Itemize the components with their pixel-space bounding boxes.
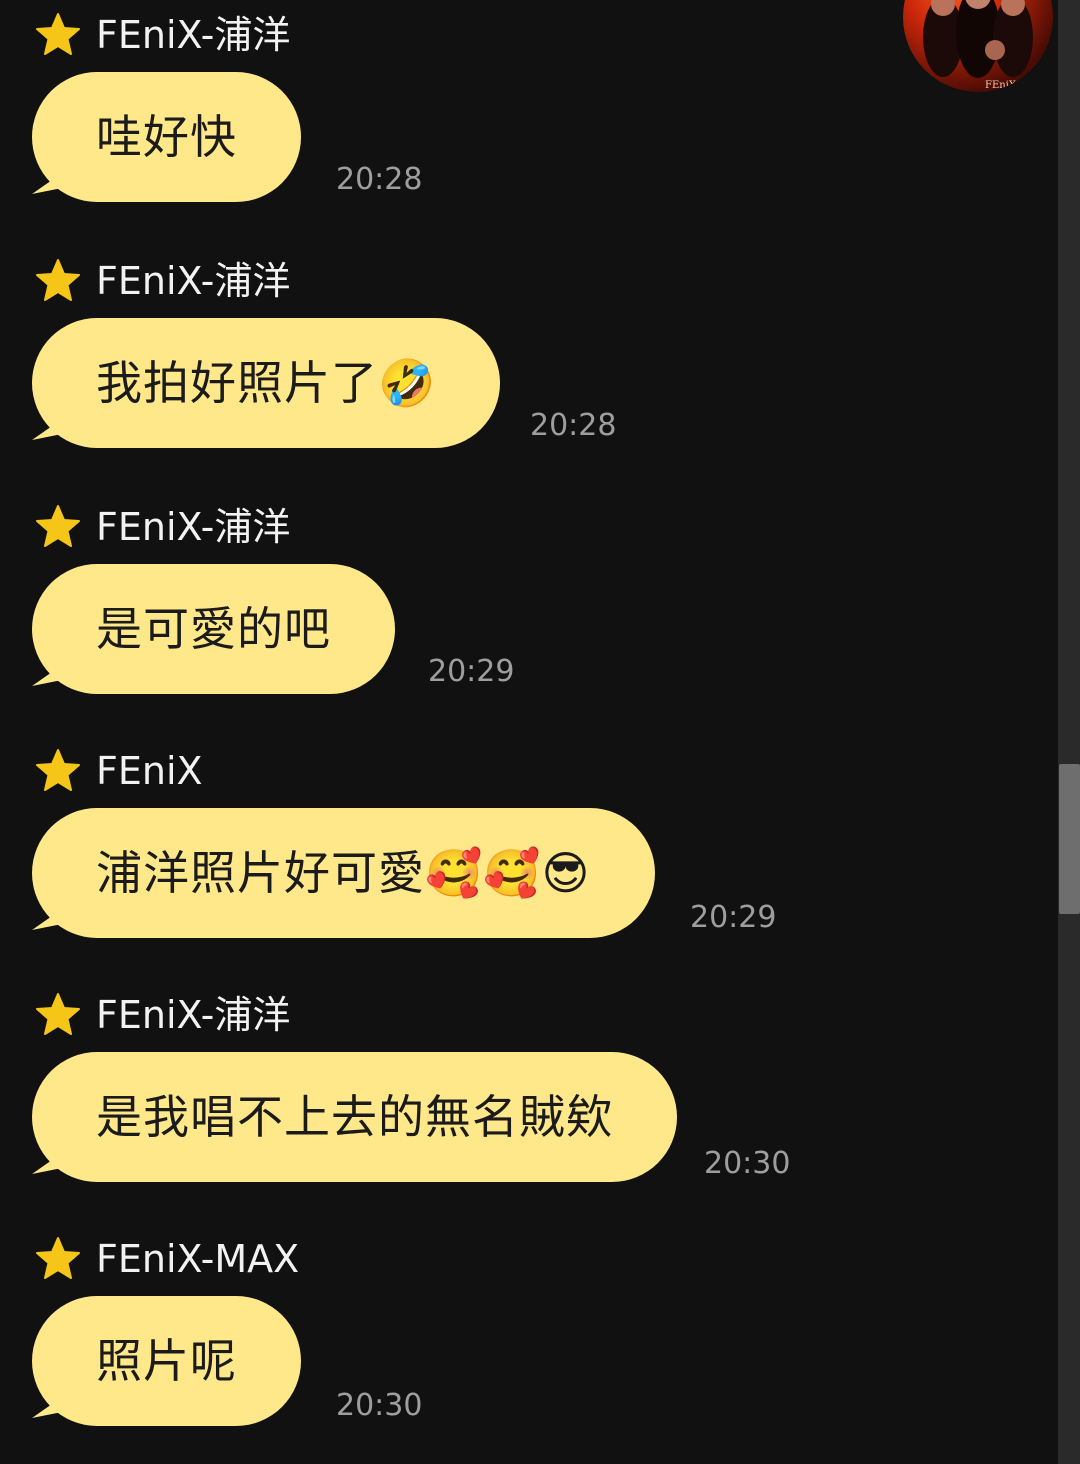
- sender-name: FEniX-MAX: [96, 1237, 300, 1281]
- star-icon: [36, 259, 80, 301]
- message-time: 20:30: [336, 1388, 423, 1423]
- message-text: 照片呢: [96, 1334, 237, 1388]
- message-time: 20:29: [428, 654, 515, 689]
- star-icon: [36, 993, 80, 1035]
- sender-row: FEniX: [34, 746, 203, 796]
- sender-name: FEniX-浦洋: [96, 13, 291, 57]
- sender-name: FEniX-浦洋: [96, 993, 291, 1037]
- bubble-tail: [32, 1390, 72, 1418]
- scrollbar-track[interactable]: [1058, 0, 1080, 1464]
- sender-row: FEniX-浦洋: [34, 256, 290, 306]
- message-text: 是可愛的吧: [96, 602, 331, 656]
- bubble-tail: [32, 1146, 72, 1174]
- chat-area[interactable]: FEniX FEniX-浦洋 哇好快 20:28 FEniX-浦洋 我拍好照片了…: [0, 0, 1058, 1464]
- message-bubble[interactable]: 是我唱不上去的無名賊欸: [32, 1052, 677, 1182]
- scrollbar-thumb[interactable]: [1059, 764, 1080, 914]
- message-time: 20:28: [336, 162, 423, 197]
- message-bubble[interactable]: 照片呢: [32, 1296, 301, 1426]
- group-avatar[interactable]: FEniX: [903, 0, 1053, 92]
- message-bubble[interactable]: 是可愛的吧: [32, 564, 395, 694]
- star-icon: [36, 13, 80, 55]
- star-icon: [36, 749, 80, 791]
- message-time: 20:29: [690, 900, 777, 935]
- sender-name: FEniX: [96, 749, 203, 793]
- star-icon: [36, 505, 80, 547]
- bubble-tail: [32, 412, 72, 440]
- message-bubble[interactable]: 哇好快: [32, 72, 301, 202]
- message-bubble[interactable]: 我拍好照片了🤣: [32, 318, 501, 448]
- sender-row: FEniX-浦洋: [34, 10, 290, 60]
- sender-row: FEniX-浦洋: [34, 990, 290, 1040]
- bubble-tail: [32, 658, 72, 686]
- group-avatar-image: FEniX: [923, 0, 1033, 91]
- message-text: 我拍好照片了🤣: [96, 356, 437, 410]
- star-icon: [36, 1237, 80, 1279]
- message-time: 20:30: [704, 1146, 791, 1181]
- avatar-logo-text: FEniX: [985, 80, 1017, 91]
- sender-row: FEniX-MAX: [34, 1234, 299, 1284]
- message-text: 浦洋照片好可愛🥰🥰😎: [96, 846, 591, 900]
- message-bubble[interactable]: 浦洋照片好可愛🥰🥰😎: [32, 808, 655, 938]
- message-text: 哇好快: [96, 110, 237, 164]
- message-text: 是我唱不上去的無名賊欸: [96, 1090, 613, 1144]
- message-time: 20:28: [530, 408, 617, 443]
- sender-row: FEniX-浦洋: [34, 502, 290, 552]
- sender-name: FEniX-浦洋: [96, 505, 291, 549]
- bubble-tail: [32, 902, 72, 930]
- bubble-tail: [32, 166, 72, 194]
- sender-name: FEniX-浦洋: [96, 259, 291, 303]
